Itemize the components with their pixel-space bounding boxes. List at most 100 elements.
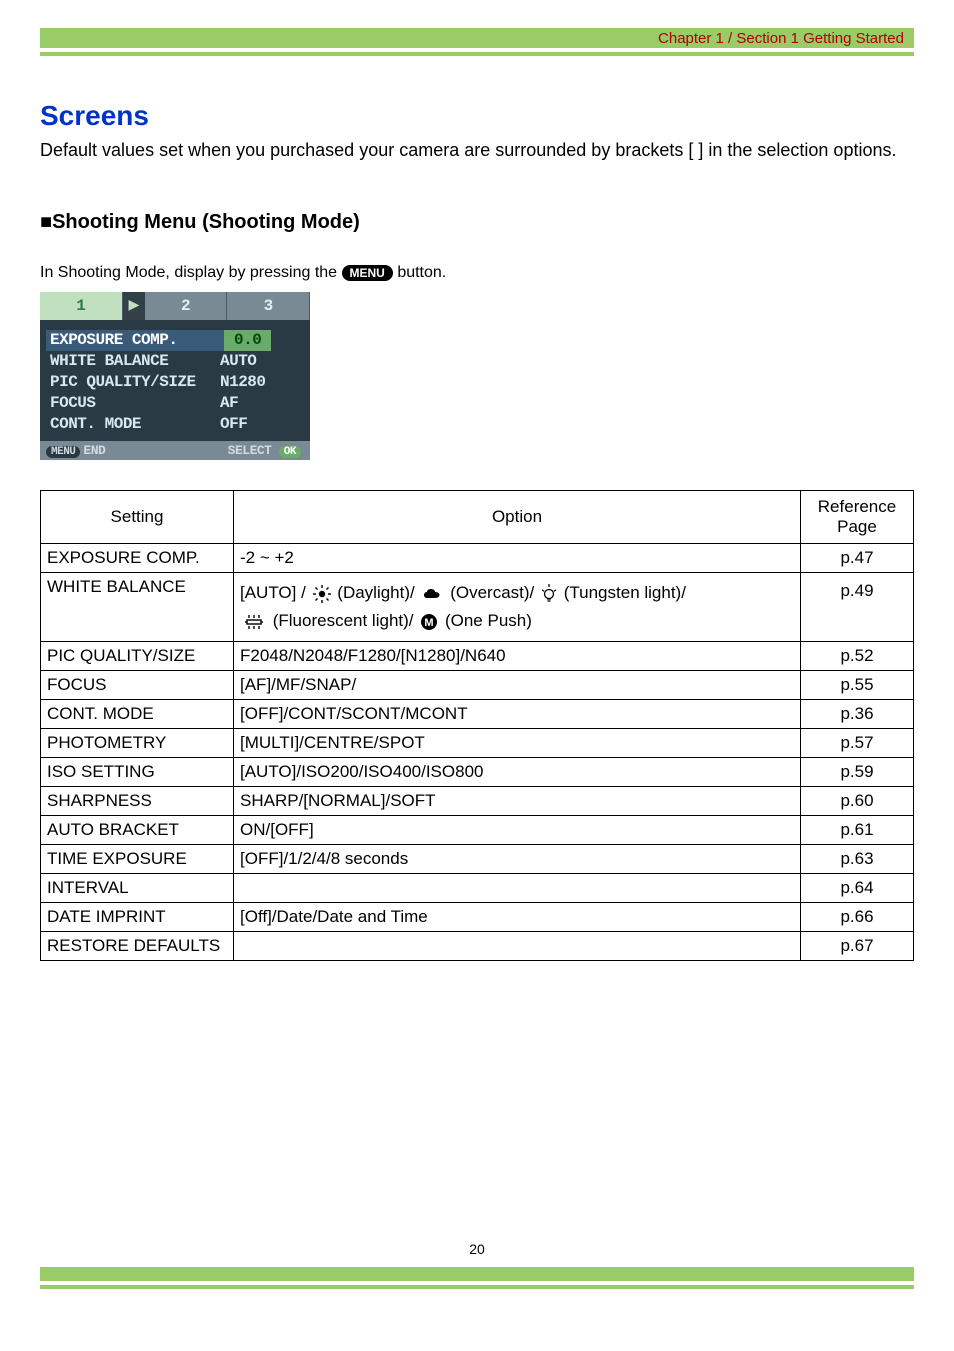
cell-option bbox=[234, 874, 801, 903]
lcd-row: PIC QUALITY/SIZE N1280 bbox=[50, 372, 300, 393]
wb-overcast-text: (Overcast)/ bbox=[450, 583, 539, 602]
lcd-tab-3: 3 bbox=[227, 292, 310, 320]
menu-button-icon: MENU bbox=[342, 265, 393, 281]
fluorescent-icon bbox=[242, 615, 266, 629]
table-row: WHITE BALANCE [AUTO] / (Daylight)/ (Over… bbox=[41, 573, 914, 642]
lcd-tab-1: 1 bbox=[40, 292, 123, 320]
cell-setting: AUTO BRACKET bbox=[41, 816, 234, 845]
lcd-row-label: CONT. MODE bbox=[50, 414, 220, 435]
wb-tungsten-text: (Tungsten light)/ bbox=[564, 583, 686, 602]
instruction-after: button. bbox=[397, 264, 446, 281]
cell-option bbox=[234, 932, 801, 961]
page-number: 20 bbox=[40, 1241, 914, 1257]
lcd-row-value: 0.0 bbox=[224, 330, 271, 351]
header-bar-sub: Chapter 1 / Section 1 Getting Started bbox=[40, 52, 914, 56]
cell-setting: EXPOSURE COMP. bbox=[41, 544, 234, 573]
menu-pill-icon: MENU bbox=[46, 446, 80, 458]
cell-ref: p.61 bbox=[801, 816, 914, 845]
cell-option: [OFF]/CONT/SCONT/MCONT bbox=[234, 700, 801, 729]
cell-setting: DATE IMPRINT bbox=[41, 903, 234, 932]
lcd-row: CONT. MODE OFF bbox=[50, 414, 300, 435]
cell-setting: PHOTOMETRY bbox=[41, 729, 234, 758]
wb-fluorescent-text: (Fluorescent light)/ bbox=[273, 611, 419, 630]
cell-setting: TIME EXPOSURE bbox=[41, 845, 234, 874]
footer-bars bbox=[0, 1267, 954, 1289]
cell-ref: p.60 bbox=[801, 787, 914, 816]
lcd-footer-left: MENUEND bbox=[46, 443, 105, 458]
intro-text: Default values set when you purchased yo… bbox=[40, 138, 914, 163]
table-row: EXPOSURE COMP. -2 ~ +2 p.47 bbox=[41, 544, 914, 573]
content-area: Screens Default values set when you purc… bbox=[0, 56, 954, 1257]
cell-setting: PIC QUALITY/SIZE bbox=[41, 642, 234, 671]
table-row: DATE IMPRINT [Off]/Date/Date and Time p.… bbox=[41, 903, 914, 932]
table-row: INTERVAL p.64 bbox=[41, 874, 914, 903]
cell-option: SHARP/[NORMAL]/SOFT bbox=[234, 787, 801, 816]
cell-setting: CONT. MODE bbox=[41, 700, 234, 729]
lcd-body: EXPOSURE COMP. 0.0 WHITE BALANCE AUTO PI… bbox=[40, 320, 310, 441]
cell-option: F2048/N2048/F1280/[N1280]/N640 bbox=[234, 642, 801, 671]
cell-setting: FOCUS bbox=[41, 671, 234, 700]
lcd-tabs: 1 ▶ 2 3 bbox=[40, 292, 310, 320]
lcd-footer-left-text: END bbox=[83, 443, 105, 458]
lcd-footer-right-text: SELECT bbox=[228, 443, 272, 458]
cell-setting: INTERVAL bbox=[41, 874, 234, 903]
cell-ref: p.47 bbox=[801, 544, 914, 573]
lcd-row-value: OFF bbox=[220, 414, 247, 435]
cell-option: [AUTO]/ISO200/ISO400/ISO800 bbox=[234, 758, 801, 787]
lcd-row-label: PIC QUALITY/SIZE bbox=[50, 372, 220, 393]
cell-ref: p.36 bbox=[801, 700, 914, 729]
bulb-icon bbox=[541, 584, 557, 604]
lcd-row-value: AUTO bbox=[220, 351, 256, 372]
svg-text:M: M bbox=[425, 617, 434, 629]
options-table: Setting Option Reference Page EXPOSURE C… bbox=[40, 490, 914, 961]
lcd-footer-right: SELECT OK bbox=[228, 443, 304, 458]
chapter-title: Chapter 1 / Section 1 Getting Started bbox=[658, 30, 904, 47]
cell-ref: p.66 bbox=[801, 903, 914, 932]
cell-setting: WHITE BALANCE bbox=[41, 573, 234, 642]
cell-ref: p.57 bbox=[801, 729, 914, 758]
footer-bar-top bbox=[40, 1267, 914, 1281]
lcd-row: EXPOSURE COMP. 0.0 bbox=[50, 330, 300, 351]
cell-option: [Off]/Date/Date and Time bbox=[234, 903, 801, 932]
cell-option: [MULTI]/CENTRE/SPOT bbox=[234, 729, 801, 758]
col-setting: Setting bbox=[41, 491, 234, 544]
cell-setting: SHARPNESS bbox=[41, 787, 234, 816]
cell-option: ON/[OFF] bbox=[234, 816, 801, 845]
lcd-row-label: FOCUS bbox=[50, 393, 220, 414]
lcd-row-label: EXPOSURE COMP. bbox=[46, 330, 224, 351]
lcd-row-label: WHITE BALANCE bbox=[50, 351, 220, 372]
footer-bar-sub bbox=[40, 1285, 914, 1289]
table-row: ISO SETTING [AUTO]/ISO200/ISO400/ISO800 … bbox=[41, 758, 914, 787]
table-row: SHARPNESS SHARP/[NORMAL]/SOFT p.60 bbox=[41, 787, 914, 816]
col-option: Option bbox=[234, 491, 801, 544]
cell-ref: p.64 bbox=[801, 874, 914, 903]
instruction-line: In Shooting Mode, display by pressing th… bbox=[40, 264, 914, 282]
cell-option: [AF]/MF/SNAP/ bbox=[234, 671, 801, 700]
table-row: CONT. MODE [OFF]/CONT/SCONT/MCONT p.36 bbox=[41, 700, 914, 729]
cell-setting: ISO SETTING bbox=[41, 758, 234, 787]
wb-daylight-text: (Daylight)/ bbox=[337, 583, 419, 602]
lcd-footer: MENUEND SELECT OK bbox=[40, 441, 310, 460]
bullet-square-icon: ■ bbox=[40, 211, 52, 233]
col-reference: Reference Page bbox=[801, 491, 914, 544]
page-title: Screens bbox=[40, 100, 914, 132]
table-row: RESTORE DEFAULTS p.67 bbox=[41, 932, 914, 961]
onepush-icon: M bbox=[420, 613, 438, 631]
cell-option: -2 ~ +2 bbox=[234, 544, 801, 573]
cell-ref: p.55 bbox=[801, 671, 914, 700]
lcd-row: FOCUS AF bbox=[50, 393, 300, 414]
section-heading: ■Shooting Menu (Shooting Mode) bbox=[40, 211, 914, 234]
cell-ref: p.52 bbox=[801, 642, 914, 671]
camera-lcd: 1 ▶ 2 3 EXPOSURE COMP. 0.0 WHITE BALANCE… bbox=[40, 292, 310, 460]
lcd-tab-2: 2 bbox=[145, 292, 228, 320]
cell-ref: p.67 bbox=[801, 932, 914, 961]
table-row: FOCUS [AF]/MF/SNAP/ p.55 bbox=[41, 671, 914, 700]
cell-option: [OFF]/1/2/4/8 seconds bbox=[234, 845, 801, 874]
cell-ref: p.59 bbox=[801, 758, 914, 787]
triangle-right-icon: ▶ bbox=[123, 292, 145, 320]
table-row: TIME EXPOSURE [OFF]/1/2/4/8 seconds p.63 bbox=[41, 845, 914, 874]
ok-pill-icon: OK bbox=[279, 446, 301, 458]
table-row: PHOTOMETRY [MULTI]/CENTRE/SPOT p.57 bbox=[41, 729, 914, 758]
wb-auto-text: [AUTO] / bbox=[240, 583, 311, 602]
cell-option: [AUTO] / (Daylight)/ (Overcast)/ (Tungst… bbox=[234, 573, 801, 642]
